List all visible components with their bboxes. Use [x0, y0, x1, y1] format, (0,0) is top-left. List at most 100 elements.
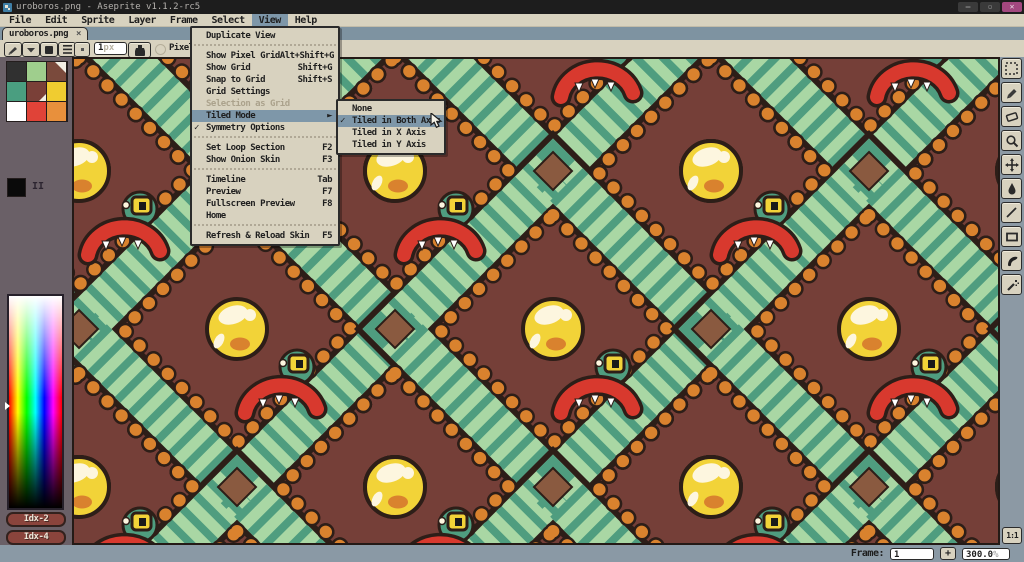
square-icon: [45, 46, 53, 54]
tab-close-icon[interactable]: ×: [76, 29, 81, 39]
menu-item-refresh-reload-skin[interactable]: Refresh & Reload SkinF5: [192, 230, 338, 242]
move-tool-button[interactable]: [1001, 154, 1022, 175]
background-color-button[interactable]: Idx-4: [6, 530, 66, 545]
check-icon: ✓: [340, 115, 345, 127]
menu-layer[interactable]: Layer: [121, 14, 163, 26]
zoom-tool-button[interactable]: [1001, 130, 1022, 151]
marquee-icon: [1005, 62, 1018, 75]
chevron-down-icon: [27, 47, 35, 53]
palette-swatch[interactable]: [47, 82, 66, 101]
palette-swatch[interactable]: [7, 102, 26, 121]
menu-item-fullscreen-preview[interactable]: Fullscreen PreviewF8: [192, 198, 338, 210]
menu-item-preview[interactable]: PreviewF7: [192, 186, 338, 198]
menu-bar: File Edit Sprite Layer Frame Select View…: [0, 14, 1024, 27]
palette-swatch-black[interactable]: [7, 178, 26, 197]
paint-bucket-tool-button[interactable]: [1001, 178, 1022, 199]
menu-edit[interactable]: Edit: [38, 14, 74, 26]
menu-file[interactable]: File: [2, 14, 38, 26]
foreground-color-button[interactable]: Idx-2: [6, 512, 66, 527]
brush-dropdown-button[interactable]: [22, 42, 40, 57]
palette-swatch[interactable]: [47, 102, 66, 121]
pixel-perfect-checkbox[interactable]: [155, 44, 166, 55]
palette-swatch[interactable]: [7, 82, 26, 101]
contour-tool-button[interactable]: [1001, 250, 1022, 271]
tab-bar: uroboros.png ×: [0, 27, 1024, 40]
menu-item-show-onion-skin[interactable]: Show Onion SkinF3: [192, 154, 338, 166]
brush-type-button[interactable]: [4, 42, 22, 57]
brush-preview-button[interactable]: [74, 42, 90, 57]
menu-item-duplicate-view[interactable]: Duplicate View: [192, 30, 338, 42]
menu-item-show-pixel-grid[interactable]: Show Pixel GridAlt+Shift+G: [192, 50, 338, 62]
context-bar: 1px Pixel-perfect: [0, 40, 1024, 57]
menu-select[interactable]: Select: [205, 14, 252, 26]
eraser-icon: [1005, 111, 1019, 123]
submenu-item-tiled-x-axis[interactable]: Tiled in X Axis: [338, 127, 444, 139]
menu-view[interactable]: View: [252, 14, 288, 26]
brush-size-input[interactable]: 1px: [94, 42, 127, 55]
menu-item-tiled-mode[interactable]: Tiled Mode►: [192, 110, 338, 122]
line-tool-button[interactable]: [1001, 202, 1022, 223]
status-bar: Frame: 1 + 300.0%: [0, 545, 1024, 562]
tab-label: uroboros.png: [9, 29, 68, 39]
main-area: II Idx-2 Idx-4: [0, 57, 1024, 545]
ink-button[interactable]: [128, 42, 151, 58]
ink-bottle-icon: [134, 45, 146, 56]
tool-strip: [1000, 57, 1024, 545]
palette-swatch-background[interactable]: [27, 82, 46, 101]
menu-help[interactable]: Help: [288, 14, 324, 26]
close-button[interactable]: ✕: [1002, 2, 1022, 12]
color-sidebar: II Idx-2 Idx-4: [0, 57, 72, 545]
menu-item-symmetry-options[interactable]: ✓Symmetry Options: [192, 122, 338, 134]
brush-icon: [7, 44, 19, 55]
frame-number-input[interactable]: 1: [890, 548, 934, 560]
menu-item-show-grid[interactable]: Show GridShift+G: [192, 62, 338, 74]
window-title: uroboros.png - Aseprite v1.1.2-rc5: [16, 2, 200, 12]
move-arrows-icon: [1005, 158, 1019, 172]
pencil-tool-button[interactable]: [1001, 82, 1022, 103]
dot-icon: [81, 48, 84, 51]
ink-drop-icon: [1006, 182, 1018, 195]
zoom-reset-button[interactable]: 1:1: [1002, 527, 1022, 544]
menu-sprite[interactable]: Sprite: [74, 14, 121, 26]
palette-swatch[interactable]: [7, 62, 26, 81]
tab-uroboros[interactable]: uroboros.png ×: [2, 27, 88, 40]
menu-item-home[interactable]: Home: [192, 210, 338, 222]
maximize-button[interactable]: ▫: [980, 2, 1000, 12]
color-spectrum-picker[interactable]: [7, 294, 64, 510]
minimize-button[interactable]: –: [958, 2, 978, 12]
foreground-color-marker: [55, 62, 66, 73]
palette-swatch[interactable]: [27, 102, 46, 121]
pencil-icon: [1005, 86, 1019, 100]
eraser-tool-button[interactable]: [1001, 106, 1022, 127]
palette-swatch-foreground[interactable]: [47, 62, 66, 81]
menu-item-grid-settings[interactable]: Grid Settings: [192, 86, 338, 98]
spray-tool-button[interactable]: [1001, 274, 1022, 295]
background-color-marker: [39, 94, 46, 101]
palette-section-mark: II: [32, 181, 44, 192]
rectangular-marquee-tool-button[interactable]: [1001, 58, 1022, 79]
menu-item-set-loop-section[interactable]: Set Loop SectionF2: [192, 142, 338, 154]
palette-swatch[interactable]: [27, 62, 46, 81]
check-icon: ✓: [194, 122, 199, 134]
submenu-item-tiled-y-axis[interactable]: Tiled in Y Axis: [338, 139, 444, 151]
submenu-item-none[interactable]: None: [338, 103, 444, 115]
spray-icon: [1005, 278, 1019, 292]
rectangle-tool-button[interactable]: [1001, 226, 1022, 247]
submenu-arrow-icon: ►: [327, 110, 332, 122]
line-icon: [1005, 206, 1018, 219]
frame-duration-input[interactable]: 300.0%: [962, 548, 1010, 560]
square-brush-button[interactable]: [40, 42, 58, 57]
mouse-cursor: [430, 113, 444, 129]
app-icon: [3, 3, 12, 12]
contour-blob-icon: [1005, 254, 1018, 267]
add-frame-button[interactable]: +: [940, 547, 956, 560]
menu-item-snap-to-grid[interactable]: Snap to GridShift+S: [192, 74, 338, 86]
rectangle-icon: [1005, 231, 1019, 243]
menu-item-selection-as-grid: Selection as Grid: [192, 98, 338, 110]
hamburger-icon: [63, 45, 72, 54]
menu-item-timeline[interactable]: TimelineTab: [192, 174, 338, 186]
title-bar: uroboros.png - Aseprite v1.1.2-rc5 – ▫ ✕: [0, 0, 1024, 14]
menu-frame[interactable]: Frame: [163, 14, 205, 26]
submenu-item-tiled-both-axis[interactable]: ✓Tiled in Both Axis: [338, 115, 444, 127]
view-menu-panel: Duplicate View Show Pixel GridAlt+Shift+…: [190, 26, 340, 246]
